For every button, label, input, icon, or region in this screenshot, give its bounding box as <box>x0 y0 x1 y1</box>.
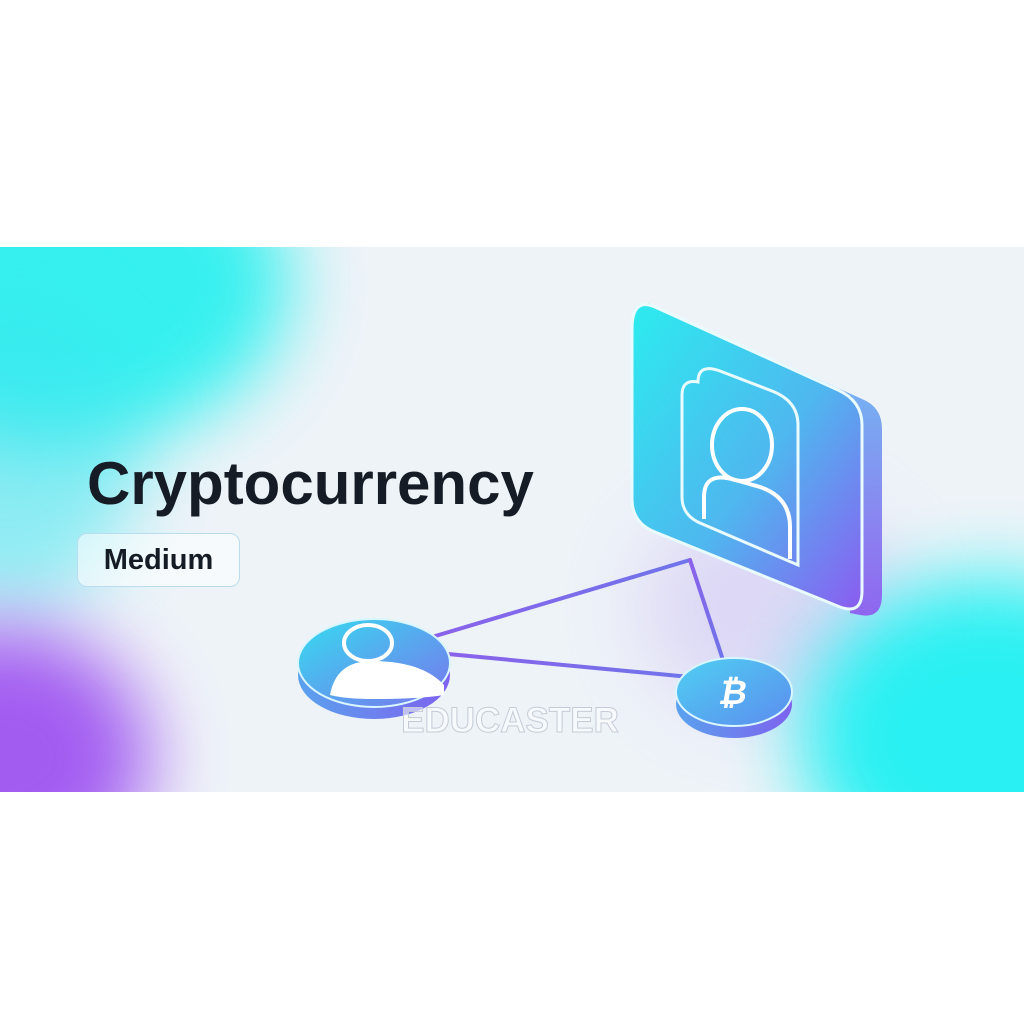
banner: Cryptocurrency Medium ₿ EDUCASTER <box>0 247 1024 792</box>
profile-card <box>630 303 882 616</box>
connection-lines <box>430 558 724 679</box>
network-illustration: ₿ EDUCASTER <box>297 303 882 741</box>
brand-watermark: EDUCASTER <box>401 701 619 740</box>
page: Cryptocurrency Medium ₿ EDUCASTER <box>0 0 1024 1024</box>
bitcoin-coin: ₿ <box>675 657 793 738</box>
